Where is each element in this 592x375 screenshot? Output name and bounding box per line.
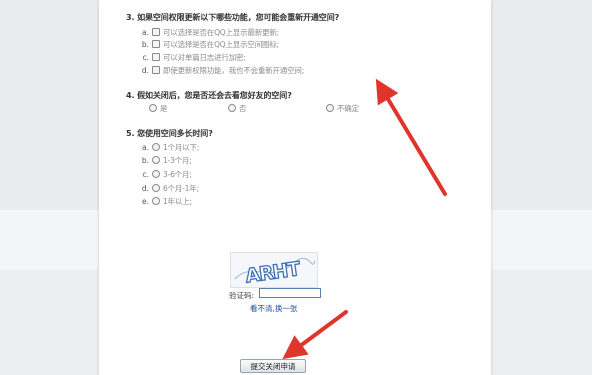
submit-close-request-button[interactable]: 提交关闭申请 — [240, 359, 306, 373]
radio-button[interactable] — [149, 104, 157, 112]
option-letter: d. — [141, 66, 149, 75]
captcha-text: ARHT — [244, 258, 302, 287]
question-5-option-b[interactable]: b. 1-3个月; — [140, 155, 192, 165]
option-label: 3-6个月; — [163, 170, 192, 179]
option-letter: a. — [142, 143, 149, 152]
checkbox[interactable] — [152, 28, 160, 36]
option-label: 可以对单篇日志进行加密; — [163, 53, 246, 62]
radio-button[interactable] — [326, 104, 334, 112]
option-label: 6个月-1年; — [163, 184, 199, 193]
question-3-option-a[interactable]: a. 可以选择是否在QQ上显示最新更新; — [140, 27, 279, 37]
option-letter: c. — [142, 53, 149, 62]
option-label: 即使更新权限功能，我也不会重新开通空间; — [163, 66, 305, 75]
option-letter: d. — [141, 184, 149, 193]
captcha-image: ARHT — [230, 252, 318, 288]
question-4-option-yes[interactable]: 是 — [149, 103, 168, 113]
option-label: 可以选择是否在QQ上显示空间图标; — [163, 40, 279, 49]
radio-button[interactable] — [152, 184, 160, 192]
radio-button[interactable] — [152, 156, 160, 164]
captcha-input[interactable] — [259, 288, 321, 298]
survey-form-panel: 3. 如果空间权限更新以下哪些功能，您可能会重新开通空间? a. 可以选择是否在Q… — [99, 0, 491, 375]
option-label: 1-3个月; — [163, 156, 192, 165]
question-5-option-a[interactable]: a. 1个月以下; — [140, 142, 199, 152]
option-letter: e. — [142, 197, 149, 206]
option-label: 否 — [239, 104, 247, 113]
question-5-option-d[interactable]: d. 6个月-1年; — [140, 183, 199, 193]
radio-button[interactable] — [152, 143, 160, 151]
option-letter: b. — [141, 40, 149, 49]
question-3-option-c[interactable]: c. 可以对单篇日志进行加密; — [140, 52, 246, 62]
captcha-label: 验证码: — [229, 291, 255, 300]
option-label: 1年以上; — [163, 197, 192, 206]
option-label: 不确定 — [337, 104, 359, 113]
radio-button[interactable] — [152, 197, 160, 205]
checkbox[interactable] — [152, 40, 160, 48]
question-3-option-d[interactable]: d. 即使更新权限功能，我也不会重新开通空间; — [140, 65, 304, 75]
option-letter: a. — [142, 28, 149, 37]
question-5-title: 5. 您使用空间多长时间? — [126, 129, 213, 138]
question-3-title: 3. 如果空间权限更新以下哪些功能，您可能会重新开通空间? — [126, 13, 340, 22]
option-letter: b. — [141, 156, 149, 165]
radio-button[interactable] — [228, 104, 236, 112]
question-4-title: 4. 假如关闭后，您是否还会去看您好友的空间? — [126, 91, 292, 100]
option-label: 是 — [160, 104, 168, 113]
checkbox[interactable] — [152, 53, 160, 61]
option-letter: c. — [142, 170, 149, 179]
question-4-option-unsure[interactable]: 不确定 — [326, 103, 359, 113]
option-label: 1个月以下; — [163, 143, 200, 152]
question-4-option-no[interactable]: 否 — [228, 103, 247, 113]
captcha-graphic: ARHT — [234, 257, 316, 288]
question-3-option-b[interactable]: b. 可以选择是否在QQ上显示空间图标; — [140, 39, 279, 49]
question-5-option-c[interactable]: c. 3-6个月; — [140, 169, 192, 179]
captcha-refresh-link[interactable]: 看不清,换一张 — [250, 303, 297, 314]
question-5-option-e[interactable]: e. 1年以上; — [140, 196, 192, 206]
radio-button[interactable] — [152, 170, 160, 178]
option-label: 可以选择是否在QQ上显示最新更新; — [163, 28, 279, 37]
checkbox[interactable] — [152, 66, 160, 74]
